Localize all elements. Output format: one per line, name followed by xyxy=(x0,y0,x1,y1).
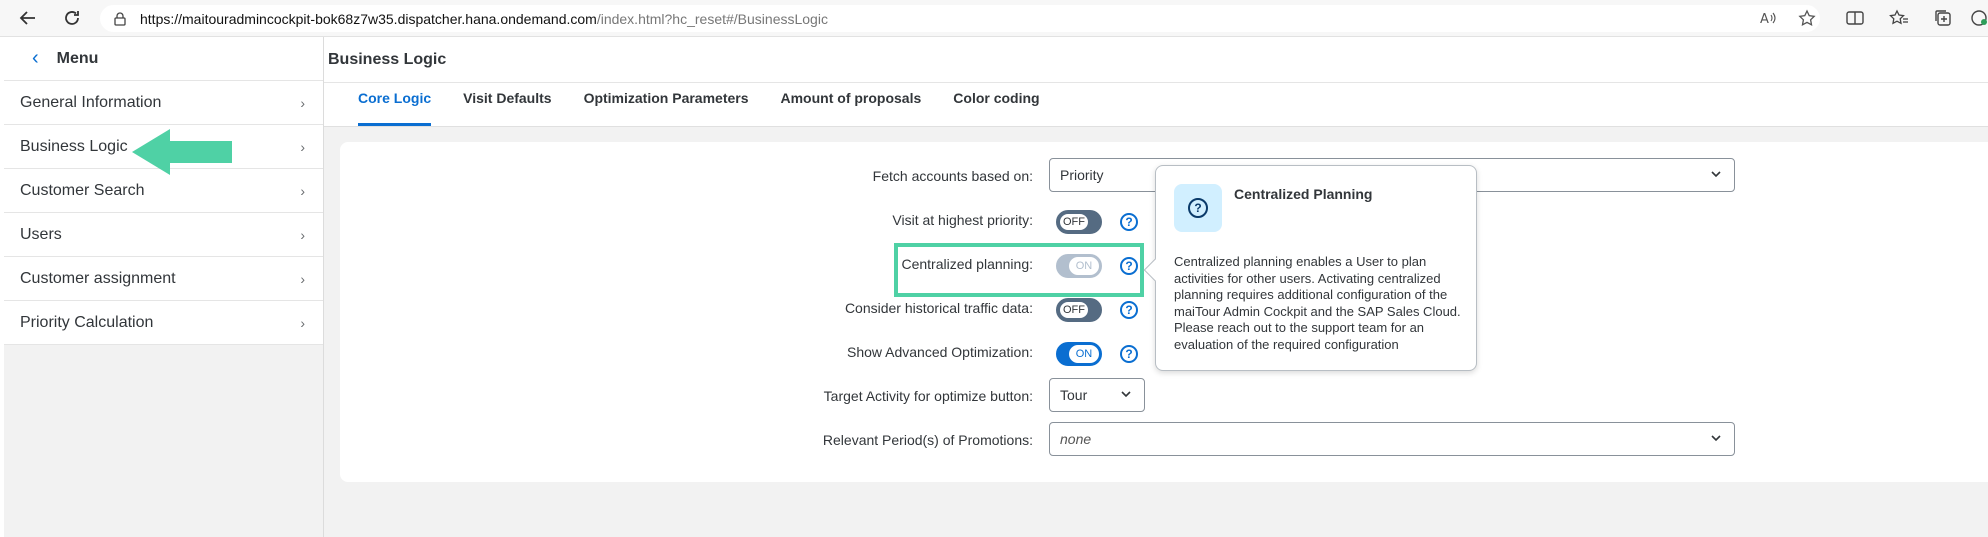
chevron-down-icon xyxy=(1710,431,1722,447)
help-popover: ? Centralized Planning Centralized plann… xyxy=(1143,165,1477,371)
switch-state-label: OFF xyxy=(1059,301,1089,319)
sidebar-item-label: Customer assignment xyxy=(20,269,176,287)
help-icon[interactable]: ? xyxy=(1120,345,1138,363)
target-activity-select[interactable]: Tour xyxy=(1049,378,1145,412)
chevron-right-icon: › xyxy=(300,138,305,155)
switch-state-label: ON xyxy=(1069,345,1099,363)
back-arrow-icon[interactable] xyxy=(14,4,42,32)
menu-title: Menu xyxy=(56,49,99,67)
historical-traffic-switch[interactable]: OFF xyxy=(1056,298,1102,322)
advanced-optimization-label: Show Advanced Optimization: xyxy=(847,344,1033,360)
sidebar-item-general-information[interactable]: General Information › xyxy=(4,81,323,125)
lock-icon xyxy=(114,11,126,26)
sidebar-item-users[interactable]: Users › xyxy=(4,213,323,257)
extension-icon[interactable] xyxy=(1964,5,1988,31)
advanced-optimization-switch[interactable]: ON xyxy=(1056,342,1102,366)
chevron-left-icon[interactable]: ‹ xyxy=(32,47,39,70)
tab-bar: Core Logic Visit Defaults Optimization P… xyxy=(324,83,1988,127)
question-icon: ? xyxy=(1188,198,1208,218)
sidebar-item-label: Business Logic xyxy=(20,137,128,155)
fetch-accounts-label: Fetch accounts based on: xyxy=(872,168,1033,184)
chevron-right-icon: › xyxy=(300,182,305,199)
sidebar: ‹ Menu General Information › Business Lo… xyxy=(4,37,324,537)
tab-optimization-parameters[interactable]: Optimization Parameters xyxy=(584,82,749,126)
chevron-down-icon xyxy=(1710,167,1722,183)
tab-color-coding[interactable]: Color coding xyxy=(953,82,1039,126)
svg-text:A: A xyxy=(1760,12,1769,26)
sidebar-item-label: Customer Search xyxy=(20,181,145,199)
sidebar-item-label: General Information xyxy=(20,93,162,111)
collections-icon[interactable] xyxy=(1928,5,1958,31)
tab-core-logic[interactable]: Core Logic xyxy=(358,82,432,126)
split-screen-icon[interactable] xyxy=(1840,5,1870,31)
help-icon[interactable]: ? xyxy=(1120,213,1138,231)
tab-visit-defaults[interactable]: Visit Defaults xyxy=(463,82,551,126)
address-bar[interactable]: https://maitouradmincockpit-bok68z7w35.d… xyxy=(100,5,1820,32)
chevron-right-icon: › xyxy=(300,314,305,331)
star-icon[interactable] xyxy=(1792,5,1822,31)
popover-body: Centralized planning enables a User to p… xyxy=(1174,254,1461,352)
menu-header: ‹ Menu xyxy=(4,37,323,81)
sidebar-item-customer-search[interactable]: Customer Search › xyxy=(4,169,323,213)
page-title: Business Logic xyxy=(324,37,1988,83)
fetch-accounts-value: Priority xyxy=(1060,167,1104,183)
browser-toolbar: https://maitouradmincockpit-bok68z7w35.d… xyxy=(0,0,1988,37)
switch-state-label: OFF xyxy=(1059,213,1089,231)
sidebar-item-customer-assignment[interactable]: Customer assignment › xyxy=(4,257,323,301)
annotation-highlight-box xyxy=(894,243,1144,297)
annotation-arrow-icon xyxy=(132,129,232,175)
promotions-period-label: Relevant Period(s) of Promotions: xyxy=(822,432,1033,448)
refresh-icon[interactable] xyxy=(58,4,86,32)
read-aloud-icon[interactable]: A xyxy=(1753,5,1783,31)
url-path: /index.html?hc_reset#/BusinessLogic xyxy=(596,10,828,27)
historical-traffic-label: Consider historical traffic data: xyxy=(844,300,1033,316)
sidebar-item-priority-calculation[interactable]: Priority Calculation › xyxy=(4,301,323,345)
tab-amount-of-proposals[interactable]: Amount of proposals xyxy=(781,82,922,126)
popover-icon: ? xyxy=(1174,184,1222,232)
url-host: https://maitouradmincockpit-bok68z7w35.d… xyxy=(140,10,597,27)
chevron-right-icon: › xyxy=(300,94,305,111)
popover-title: Centralized Planning xyxy=(1234,186,1373,202)
chevron-right-icon: › xyxy=(300,270,305,287)
chevron-right-icon: › xyxy=(300,226,305,243)
target-activity-label: Target Activity for optimize button: xyxy=(823,388,1033,404)
target-activity-value: Tour xyxy=(1060,387,1088,403)
favorites-icon[interactable] xyxy=(1884,5,1914,31)
sidebar-item-label: Priority Calculation xyxy=(20,313,154,331)
visit-priority-label: Visit at highest priority: xyxy=(892,212,1033,228)
sidebar-item-label: Users xyxy=(20,225,62,243)
promotions-period-select[interactable]: none xyxy=(1049,422,1735,456)
chevron-down-icon xyxy=(1120,387,1132,403)
promotions-period-value: none xyxy=(1060,431,1092,447)
visit-priority-switch[interactable]: OFF xyxy=(1056,210,1102,234)
help-icon[interactable]: ? xyxy=(1120,301,1138,319)
